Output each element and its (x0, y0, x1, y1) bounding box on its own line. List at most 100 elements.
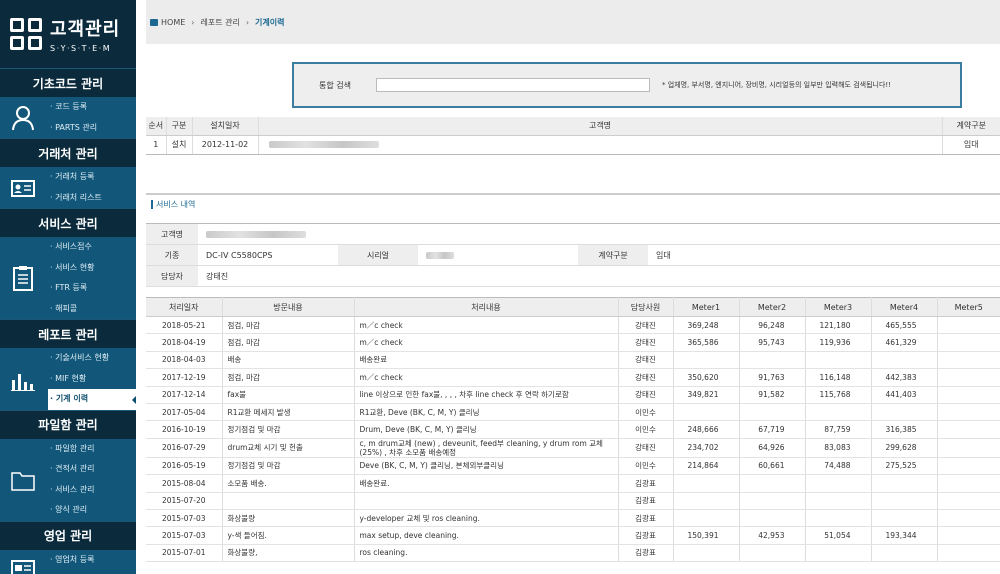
redacted-serial (426, 251, 454, 259)
main-content: HOME › 레포트 관리 › 기계이력 통합 검색 * 업체명, 부서명, 엔… (146, 0, 1000, 574)
sidebar-menu-item[interactable]: · 견적서 관리 (50, 459, 136, 480)
table-row[interactable]: 2018-04-19 점검, 마감 m／c check 강태진 365,586 95,74… (146, 333, 1000, 352)
table-row[interactable]: 2016-10-19 정기점검 및 마감 Drum, Deve (BK, C, M,… (146, 420, 1000, 439)
cell-meter3 (805, 351, 872, 370)
cell-meter5 (937, 316, 1000, 335)
sidebar-section-header[interactable]: 파일함 관리 (0, 409, 136, 439)
cell-process: m／c check (354, 368, 619, 387)
col-header-customer: 고객명 (258, 117, 943, 136)
cell-process: line 이상으로 인한 fax불, , , , 차후 line check 후… (354, 386, 619, 404)
cell-meter4: 442,383 (871, 368, 938, 387)
table-row[interactable]: 2015-07-03 화상불량 y-developer 교체 및 ros clean… (146, 509, 1000, 528)
folder-icon (10, 467, 36, 493)
sidebar-menu-item[interactable]: · 기계 이력 (48, 389, 136, 410)
cell-meter4 (871, 351, 938, 370)
sidebar-menu-item[interactable]: · 거래처 등록 (50, 167, 136, 188)
manager-value: 강태진 (198, 265, 1000, 287)
cell-no: 1 (146, 135, 167, 155)
bar-chart-icon (10, 366, 36, 392)
cell-meter1: 350,620 (673, 368, 740, 387)
cell-meter3: 119,936 (805, 333, 872, 352)
sidebar-menu-item[interactable]: · 거래처 리스트 (50, 188, 136, 209)
logo-title: 고객관리 (50, 19, 121, 40)
logo[interactable]: 고객관리 S·Y·S·T·E·M (0, 0, 136, 68)
sidebar-menu-item[interactable]: · FTR 등록 (50, 278, 136, 299)
table-row[interactable]: 2015-08-04 소모품 배송. 배송완료. 김광표 (146, 474, 1000, 493)
cell-meter3: 51,054 (805, 526, 872, 545)
cell-meter1 (673, 492, 740, 510)
sidebar-section-body: · 코드 등록 · PARTS 관리 (0, 97, 136, 138)
col-header-date: 설치일자 (192, 117, 259, 136)
search-input[interactable] (376, 78, 650, 92)
cell-process-date: 2017-12-19 (146, 368, 223, 387)
sidebar-menu-item[interactable]: · 영업처 관리 (50, 570, 136, 574)
cell-staff: 김광표 (618, 526, 674, 545)
cell-visit: 배송 (222, 351, 355, 370)
table-row[interactable]: 2015-07-01 화상불량, ros cleaning. 김광표 (146, 544, 1000, 563)
cell-meter4: 465,555 (871, 316, 938, 335)
table-row[interactable]: 2017-12-14 fax불 line 이상으로 인한 fax불, , , , 차… (146, 386, 1000, 404)
sidebar-section-header[interactable]: 레포트 관리 (0, 319, 136, 348)
history-table: 처리일자 방문내용 처리내용 담당사원 Meter1 Meter2 Meter3… (146, 297, 1000, 563)
sidebar-menu-item[interactable]: · 영업처 등록 (50, 550, 136, 571)
table-row[interactable]: 1 설치 2012-11-02 임대 (146, 135, 1000, 155)
cell-staff: 이민수 (618, 403, 674, 422)
chevron-right-icon: › (245, 17, 250, 27)
cell-process-date: 2017-12-14 (146, 386, 223, 404)
cell-meter2 (739, 403, 806, 422)
table-row[interactable]: 2016-05-19 정기점검 및 마감 Deve (BK, C, M, Y) 클리… (146, 457, 1000, 476)
clipboard-icon (10, 265, 36, 291)
cell-customer[interactable] (258, 135, 943, 155)
customer-label: 고객명 (146, 223, 198, 245)
sidebar-section-header[interactable]: 영업 관리 (0, 520, 136, 550)
cell-process-date: 2015-07-20 (146, 492, 223, 510)
table-row[interactable]: 2016-07-29 drum교체 시기 및 헌출 c, m drum교체 (new… (146, 438, 1000, 458)
table-row[interactable]: 2017-12-19 점검, 마감 m／c check 강태진 350,620 91,76… (146, 368, 1000, 387)
cell-meter4: 193,344 (871, 526, 938, 545)
cell-meter1: 369,248 (673, 316, 740, 335)
col-header-meter1: Meter1 (673, 297, 740, 317)
sidebar-menu-item[interactable]: · PARTS 관리 (50, 118, 136, 139)
grid-logo-icon (10, 18, 42, 50)
table-row[interactable]: 2018-05-21 점검, 마감 m／c check 강태진 369,248 96,24… (146, 316, 1000, 335)
cell-meter5 (937, 492, 1000, 510)
table-row[interactable]: 2015-07-20 김광표 (146, 492, 1000, 510)
cell-visit (222, 492, 355, 510)
breadcrumb-home[interactable]: HOME (161, 18, 185, 27)
sidebar-menu-item[interactable]: · 양식 관리 (50, 500, 136, 521)
user-icon (10, 105, 36, 131)
sidebar-menu-item[interactable]: · 서비스접수 (50, 237, 136, 258)
cell-meter1: 349,821 (673, 386, 740, 404)
table-row[interactable]: 2018-04-03 배송 배송완료 강태진 (146, 351, 1000, 370)
table-row[interactable]: 2017-05-04 R1교환 메세지 발생 R1교환, Deve (BK, C, … (146, 403, 1000, 422)
sidebar-menu-item[interactable]: · 코드 등록 (50, 97, 136, 118)
col-header-contract: 계약구분 (942, 117, 1000, 136)
breadcrumb-level1[interactable]: 레포트 관리 (200, 17, 239, 28)
cell-meter4: 299,628 (871, 438, 938, 458)
cell-process-date: 2016-05-19 (146, 457, 223, 476)
table-row[interactable]: 2015-07-03 y-색 들어짐. max setup, deve cleani… (146, 526, 1000, 545)
cell-meter1: 150,391 (673, 526, 740, 545)
cell-meter5 (937, 368, 1000, 387)
cell-visit: 점검, 마감 (222, 316, 355, 335)
cell-meter3: 83,083 (805, 438, 872, 458)
sidebar-menu-item[interactable]: · 파일함 관리 (50, 439, 136, 460)
sidebar-menu-item[interactable]: · 서비스 관리 (50, 480, 136, 501)
sidebar-menu-item[interactable]: · 기술서비스 현황 (50, 348, 136, 369)
contract-label: 계약구분 (578, 244, 648, 266)
col-header-meter2: Meter2 (739, 297, 806, 317)
cell-meter1 (673, 474, 740, 493)
cell-meter2 (739, 492, 806, 510)
sidebar: 고객관리 S·Y·S·T·E·M 기초코드 관리 · 코드 등록 · PARTS 관… (0, 0, 136, 574)
sidebar-section-header[interactable]: 거래처 관리 (0, 138, 136, 167)
sidebar-section-header[interactable]: 기초코드 관리 (0, 68, 136, 97)
sidebar-menu-item[interactable]: · 서비스 현황 (50, 258, 136, 279)
sidebar-menu-item[interactable]: · 해피콜 (50, 299, 136, 320)
cell-visit: 점검, 마감 (222, 333, 355, 352)
cell-process: y-developer 교체 및 ros cleaning. (354, 509, 619, 528)
sidebar-section-header[interactable]: 서비스 관리 (0, 208, 136, 237)
cell-staff: 김광표 (618, 544, 674, 563)
search-box: 통합 검색 * 업체명, 부서명, 엔지니어, 장비명, 시리얼등의 일부만 입… (292, 62, 962, 108)
cell-meter1: 234,702 (673, 438, 740, 458)
sidebar-menu-item[interactable]: · MIF 현황 (50, 369, 136, 390)
